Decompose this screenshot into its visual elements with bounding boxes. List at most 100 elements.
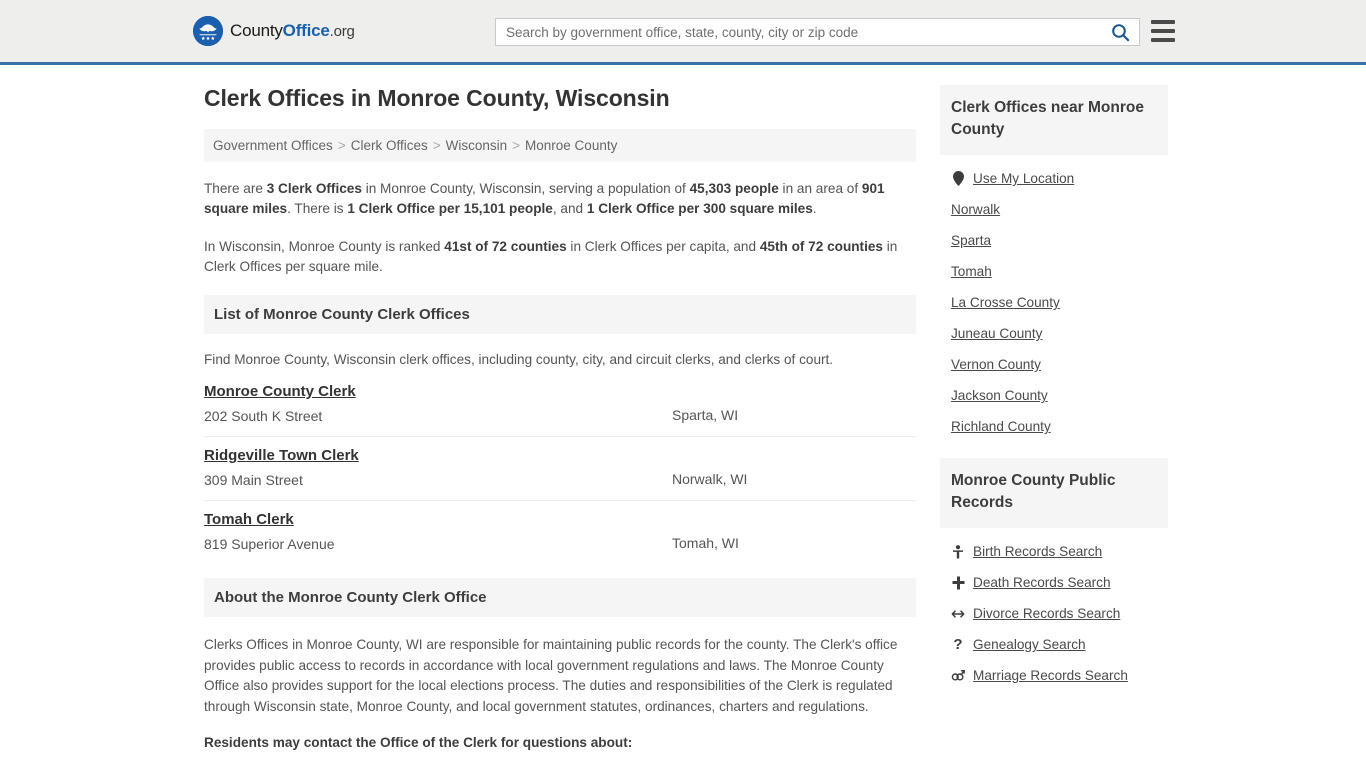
search-icon[interactable] bbox=[1101, 19, 1139, 45]
office-address: 309 Main Street bbox=[204, 472, 303, 488]
logo-word-org: .org bbox=[329, 23, 355, 40]
rank-per-square-mile: 45th of 72 counties bbox=[759, 239, 883, 254]
sidebar-item-tomah[interactable]: Tomah bbox=[940, 256, 1168, 287]
map-pin-icon bbox=[951, 171, 965, 186]
stats-text: . bbox=[812, 201, 817, 216]
page-title: Clerk Offices in Monroe County, Wisconsi… bbox=[204, 85, 670, 111]
breadcrumb-item-government-offices[interactable]: Government Offices bbox=[213, 138, 333, 153]
list-section-header: List of Monroe County Clerk Offices bbox=[204, 295, 916, 334]
menu-bar-3 bbox=[1151, 38, 1175, 42]
stats-text: , and bbox=[552, 201, 587, 216]
sidebar-item-juneau-county[interactable]: Juneau County bbox=[940, 318, 1168, 349]
sidebar-item-birth-records-search[interactable]: Birth Records Search bbox=[940, 536, 1168, 567]
office-name-link[interactable]: Ridgeville Town Clerk bbox=[204, 447, 359, 464]
breadcrumb: Government Offices > Clerk Offices > Wiscons… bbox=[204, 129, 916, 162]
question-icon: ? bbox=[953, 636, 963, 653]
sidebar-link-label[interactable]: Use My Location bbox=[973, 171, 1074, 186]
page-body: Clerk Offices in Monroe County, Wisconsi… bbox=[0, 65, 1366, 768]
sidebar-item-divorce-records-search[interactable]: Divorce Records Search bbox=[940, 598, 1168, 629]
office-details: Tomah Clerk 819 Superior Avenue bbox=[204, 511, 672, 552]
table-row: Monroe County Clerk 202 South K Street S… bbox=[204, 373, 916, 437]
site-header: CountyOffice.org bbox=[0, 0, 1366, 65]
cross-icon bbox=[951, 576, 965, 590]
eagle-seal-icon bbox=[193, 16, 223, 46]
sidebar-item-norwalk[interactable]: Norwalk bbox=[940, 194, 1168, 225]
hamburger-menu-icon[interactable] bbox=[1151, 20, 1175, 42]
office-details: Monroe County Clerk 202 South K Street bbox=[204, 383, 672, 424]
breadcrumb-separator: > bbox=[512, 138, 521, 153]
stat-per-people: 1 Clerk Office per 15,101 people bbox=[347, 201, 553, 216]
sidebar-link-label[interactable]: La Crosse County bbox=[951, 295, 1060, 310]
office-details: Ridgeville Town Clerk 309 Main Street bbox=[204, 447, 672, 488]
stats-text: in Monroe County, Wisconsin, serving a p… bbox=[361, 181, 690, 196]
office-name-link[interactable]: Monroe County Clerk bbox=[204, 383, 356, 400]
sidebar-link-label[interactable]: Tomah bbox=[951, 264, 992, 279]
table-row: Ridgeville Town Clerk 309 Main Street No… bbox=[204, 437, 916, 501]
sidebar-item-marriage-records-search[interactable]: Marriage Records Search bbox=[940, 660, 1168, 691]
office-name-link[interactable]: Tomah Clerk bbox=[204, 511, 294, 528]
rank-per-capita: 41st of 72 counties bbox=[444, 239, 567, 254]
sidebar-link-label[interactable]: Juneau County bbox=[951, 326, 1042, 341]
stat-per-area: 1 Clerk Office per 300 square miles bbox=[586, 201, 813, 216]
sidebar-link-label[interactable]: Sparta bbox=[951, 233, 991, 248]
stat-office-count: 3 Clerk Offices bbox=[266, 181, 362, 196]
office-city: Norwalk, WI bbox=[672, 471, 748, 487]
stats-text: . There is bbox=[287, 201, 348, 216]
sidebar-link-label[interactable]: Vernon County bbox=[951, 357, 1041, 372]
stat-population: 45,303 people bbox=[689, 181, 779, 196]
main-content: Clerk Offices in Monroe County, Wisconsi… bbox=[204, 85, 916, 768]
stats-paragraph-2: In Wisconsin, Monroe County is ranked 41… bbox=[204, 237, 916, 277]
breadcrumb-item-monroe-county[interactable]: Monroe County bbox=[525, 138, 617, 153]
menu-bar-2 bbox=[1151, 29, 1175, 33]
about-section-body: Clerks Offices in Monroe County, WI are … bbox=[204, 617, 916, 754]
sidebar-item-death-records-search[interactable]: Death Records Search bbox=[940, 567, 1168, 598]
sidebar-link-label[interactable]: Norwalk bbox=[951, 202, 1000, 217]
sidebar-item-richland-county[interactable]: Richland County bbox=[940, 411, 1168, 442]
sidebar-link-label[interactable]: Divorce Records Search bbox=[973, 606, 1120, 621]
sidebar-nearby-header: Clerk Offices near Monroe County bbox=[940, 85, 1168, 155]
table-row: Tomah Clerk 819 Superior Avenue Tomah, W… bbox=[204, 501, 916, 564]
sidebar-link-label[interactable]: Birth Records Search bbox=[973, 544, 1102, 559]
baby-icon bbox=[951, 544, 965, 559]
logo-wordmark: CountyOffice.org bbox=[230, 21, 355, 41]
stats-text: There are bbox=[204, 181, 267, 196]
split-arrows-icon bbox=[951, 609, 965, 619]
sidebar-item-vernon-county[interactable]: Vernon County bbox=[940, 349, 1168, 380]
office-city: Sparta, WI bbox=[672, 407, 739, 423]
breadcrumb-separator: > bbox=[432, 138, 441, 153]
site-logo[interactable]: CountyOffice.org bbox=[193, 16, 355, 46]
sidebar-link-label[interactable]: Death Records Search bbox=[973, 575, 1111, 590]
menu-bar-1 bbox=[1151, 20, 1175, 24]
stats-text: in an area of bbox=[778, 181, 862, 196]
logo-word-county: County bbox=[230, 21, 283, 40]
sidebar-link-label[interactable]: Richland County bbox=[951, 419, 1051, 434]
sidebar-item-sparta[interactable]: Sparta bbox=[940, 225, 1168, 256]
breadcrumb-separator: > bbox=[337, 138, 346, 153]
list-section-description: Find Monroe County, Wisconsin clerk offi… bbox=[204, 352, 834, 367]
sidebar-item-use-my-location[interactable]: Use My Location bbox=[940, 163, 1168, 194]
stats-paragraph-1: There are 3 Clerk Offices in Monroe Coun… bbox=[204, 179, 916, 219]
office-address: 819 Superior Avenue bbox=[204, 536, 335, 552]
sidebar-link-label[interactable]: Genealogy Search bbox=[973, 637, 1086, 652]
logo-word-office: Office bbox=[282, 21, 330, 40]
sidebar-link-label[interactable]: Marriage Records Search bbox=[973, 668, 1128, 683]
breadcrumb-item-wisconsin[interactable]: Wisconsin bbox=[446, 138, 508, 153]
rank-text: In Wisconsin, Monroe County is ranked bbox=[204, 239, 445, 254]
sidebar-item-jackson-county[interactable]: Jackson County bbox=[940, 380, 1168, 411]
sidebar-records-header: Monroe County Public Records bbox=[940, 458, 1168, 528]
search-input[interactable] bbox=[496, 19, 1101, 45]
about-section-header: About the Monroe County Clerk Office bbox=[204, 578, 916, 617]
sidebar-nearby-list: Use My Location Norwalk Sparta Tomah La … bbox=[940, 155, 1168, 442]
sidebar-item-la-crosse-county[interactable]: La Crosse County bbox=[940, 287, 1168, 318]
office-city: Tomah, WI bbox=[672, 535, 739, 551]
office-list: Monroe County Clerk 202 South K Street S… bbox=[204, 373, 916, 564]
sidebar: Clerk Offices near Monroe County Use My … bbox=[940, 85, 1168, 691]
office-address: 202 South K Street bbox=[204, 408, 323, 424]
sidebar-item-genealogy-search[interactable]: ? Genealogy Search bbox=[940, 629, 1168, 660]
about-paragraph: Clerks Offices in Monroe County, WI are … bbox=[204, 637, 898, 714]
sidebar-link-label[interactable]: Jackson County bbox=[951, 388, 1048, 403]
search-bar[interactable] bbox=[495, 18, 1140, 46]
rank-text: in Clerk Offices per capita, and bbox=[566, 239, 760, 254]
breadcrumb-item-clerk-offices[interactable]: Clerk Offices bbox=[351, 138, 428, 153]
